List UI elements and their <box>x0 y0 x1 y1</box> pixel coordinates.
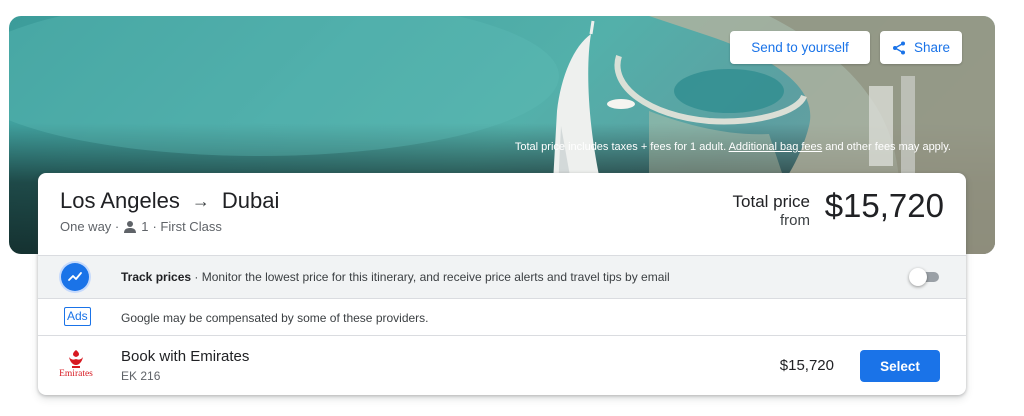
cabin-class: · First Class <box>152 219 222 234</box>
disclaimer-text-start: Total price includes taxes + fees for 1 … <box>514 141 729 153</box>
trip-details: One way · 1 · First Class <box>60 219 222 234</box>
send-to-yourself-button[interactable]: Send to yourself <box>730 31 870 64</box>
emirates-wordmark: Emirates <box>59 369 93 379</box>
track-prices-title: Track prices <box>121 270 192 284</box>
ads-disclosure-row: Ads Google may be compensated by some of… <box>38 299 966 336</box>
track-prices-description: · Monitor the lowest price for this itin… <box>191 270 670 284</box>
share-icon <box>892 41 905 54</box>
ads-badge[interactable]: Ads <box>64 307 91 326</box>
trend-line-icon <box>68 272 82 281</box>
route-summary: Los Angeles → Dubai One way · 1 · First … <box>38 173 966 255</box>
flight-number: EK 216 <box>121 369 161 383</box>
track-prices-text: Track prices · Monitor the lowest price … <box>121 270 670 284</box>
emirates-emblem-icon <box>69 350 83 368</box>
total-price-from: from <box>780 211 810 229</box>
total-price-value: $15,720 <box>824 187 944 224</box>
additional-bag-fees-link[interactable]: Additional bag fees <box>729 141 823 153</box>
booking-card: Los Angeles → Dubai One way · 1 · First … <box>38 173 966 395</box>
provider-price: $15,720 <box>779 357 834 374</box>
destination-city: Dubai <box>221 188 280 213</box>
provider-name: Book with Emirates <box>121 348 250 365</box>
total-price-title: Total price <box>732 192 810 211</box>
toggle-thumb <box>909 268 927 286</box>
price-trend-icon <box>61 263 89 291</box>
disclaimer-text-end: and other fees may apply. <box>822 141 951 153</box>
person-icon <box>124 220 137 233</box>
emirates-logo: Emirates <box>56 349 96 383</box>
track-prices-row: Track prices · Monitor the lowest price … <box>38 255 966 299</box>
route-title: Los Angeles → Dubai <box>60 188 279 214</box>
track-prices-toggle[interactable] <box>909 268 941 286</box>
total-price-label: Total price from <box>733 192 810 229</box>
ads-disclosure-text: Google may be compensated by some of the… <box>121 311 429 325</box>
origin-city: Los Angeles <box>60 188 180 213</box>
route-arrow-icon: → <box>191 190 210 211</box>
share-label: Share <box>913 40 951 55</box>
provider-row: Emirates Book with Emirates EK 216 $15,7… <box>38 336 966 395</box>
trip-type: One way · <box>60 219 120 234</box>
passenger-count: 1 <box>141 219 149 234</box>
send-to-yourself-label: Send to yourself <box>751 40 849 55</box>
select-button[interactable]: Select <box>860 350 940 382</box>
share-button[interactable]: Share <box>880 31 962 64</box>
price-disclaimer: Total price includes taxes + fees for 1 … <box>515 141 951 153</box>
